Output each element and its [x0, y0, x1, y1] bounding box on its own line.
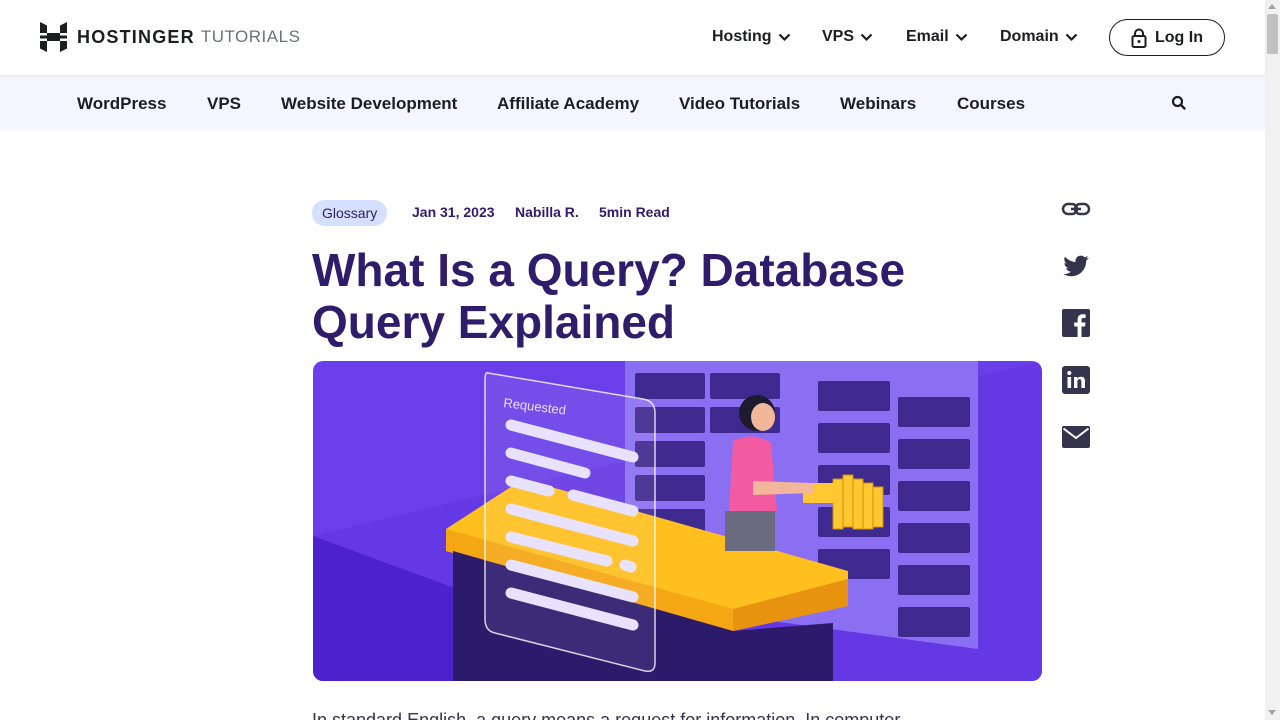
email-icon[interactable]: [1061, 422, 1091, 452]
category-tag[interactable]: Glossary: [312, 200, 388, 226]
login-label: Log In: [1155, 28, 1203, 46]
read-time: 5min Read: [599, 204, 670, 220]
chevron-down-icon: [778, 33, 790, 41]
subnav-item-website-development[interactable]: Website Development: [281, 94, 457, 114]
hostinger-logo-icon: [40, 22, 67, 52]
topnav-vps[interactable]: VPS: [822, 28, 873, 46]
search-icon[interactable]: [1170, 94, 1188, 112]
publish-date: Jan 31, 2023: [412, 204, 495, 220]
brand-name: HOSTINGER: [77, 26, 195, 47]
topnav-hosting[interactable]: Hosting: [712, 28, 791, 46]
scroll-up-icon[interactable]: [1268, 4, 1276, 9]
chevron-down-icon: [1065, 33, 1077, 41]
login-button[interactable]: Log In: [1109, 19, 1225, 56]
author-name[interactable]: Nabilla R.: [515, 204, 579, 220]
query-illustration: Requested: [313, 361, 1042, 681]
subnav-item-vps[interactable]: VPS: [207, 94, 241, 114]
lock-icon: [1131, 28, 1147, 48]
topnav-email[interactable]: Email: [906, 28, 968, 46]
linkedin-icon[interactable]: [1061, 365, 1091, 395]
hero-illustration: Requested: [313, 361, 1042, 681]
subnav-item-courses[interactable]: Courses: [957, 94, 1025, 114]
subnav-item-affiliate-academy[interactable]: Affiliate Academy: [497, 94, 639, 114]
scroll-down-icon[interactable]: [1268, 710, 1276, 715]
chevron-down-icon: [860, 33, 873, 41]
logo[interactable]: HOSTINGER TUTORIALS: [40, 22, 300, 52]
topnav-domain[interactable]: Domain: [1000, 28, 1078, 46]
twitter-icon[interactable]: [1061, 251, 1091, 281]
subnav-item-wordpress[interactable]: WordPress: [77, 94, 166, 114]
page-scrollbar[interactable]: [1265, 0, 1280, 720]
topnav-label: Email: [906, 28, 949, 45]
top-header: HOSTINGER TUTORIALS Hosting VPS Email Do…: [0, 0, 1265, 75]
topnav-label: Hosting: [712, 28, 772, 45]
subnav-item-webinars[interactable]: Webinars: [840, 94, 916, 114]
brand-sub: TUTORIALS: [200, 27, 301, 46]
article-title: What Is a Query? Database Query Explaine…: [312, 244, 906, 348]
topnav-label: Domain: [1000, 28, 1059, 45]
topnav-label: VPS: [822, 28, 855, 45]
category-nav: WordPress VPS Website Development Affili…: [0, 75, 1265, 130]
link-icon[interactable]: [1061, 194, 1091, 224]
article-intro: In standard English, a query means a req…: [312, 710, 901, 720]
subnav-item-video-tutorials[interactable]: Video Tutorials: [679, 94, 800, 114]
facebook-icon[interactable]: [1061, 308, 1091, 338]
chevron-down-icon: [955, 33, 967, 41]
scroll-thumb[interactable]: [1267, 14, 1278, 54]
